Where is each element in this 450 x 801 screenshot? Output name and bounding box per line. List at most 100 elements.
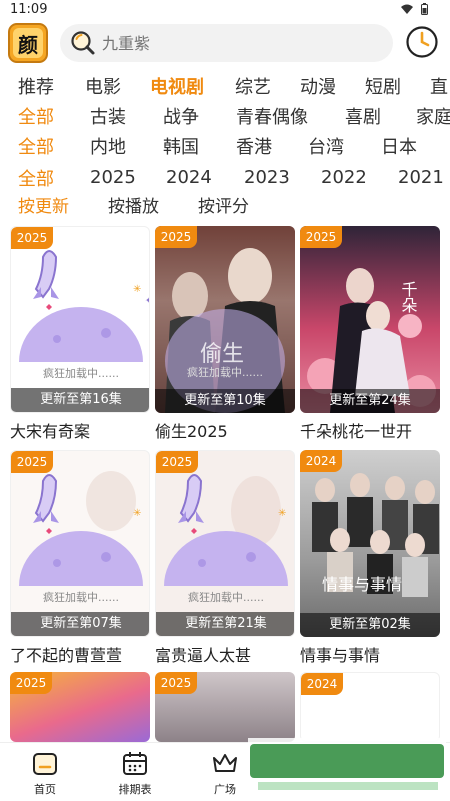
update-status: 更新至第10集 <box>155 389 295 413</box>
year-badge: 2025 <box>155 672 197 694</box>
system-icons <box>401 3 428 15</box>
update-status: 更新至第16集 <box>11 388 149 412</box>
poster-placeholder: ✳ 2025 疯狂加载中...... 更新至第21集 <box>155 450 295 637</box>
category-row: 推荐 电影 电视剧 综艺 动漫 短剧 直 <box>0 74 450 102</box>
year-badge: 2025 <box>11 227 53 249</box>
genre-costume[interactable]: 古装 <box>90 104 126 132</box>
svg-text:✳: ✳ <box>133 284 141 295</box>
genre-family[interactable]: 家庭 <box>416 104 450 132</box>
year-badge: 2025 <box>155 226 197 248</box>
poster-image: 偷生 2025 疯狂加载中...... 更新至第10集 <box>155 226 295 413</box>
tab-variety[interactable]: 综艺 <box>235 74 271 102</box>
calendar-icon <box>123 752 147 775</box>
region-taiwan[interactable]: 台湾 <box>308 134 344 162</box>
poster-image: 千朵 2025 更新至第24集 <box>300 226 440 413</box>
year-badge: 2025 <box>10 672 52 694</box>
video-title[interactable]: 偷生2025 <box>155 418 305 442</box>
tab-recommend[interactable]: 推荐 <box>18 74 54 102</box>
year-2024[interactable]: 2024 <box>166 164 212 192</box>
video-title[interactable]: 情事与事情 <box>300 642 450 666</box>
poster-image: 情事与事情 2024 更新至第02集 <box>300 450 440 637</box>
genre-row: 全部 古装 战争 青春偶像 喜剧 家庭 <box>0 104 450 132</box>
sort-by-update[interactable]: 按更新 <box>18 193 69 221</box>
genre-all[interactable]: 全部 <box>18 104 54 132</box>
tab-schedule[interactable]: 排期表 <box>100 743 170 801</box>
video-title[interactable]: 大宋有奇案 <box>10 418 160 442</box>
genre-comedy[interactable]: 喜剧 <box>345 104 381 132</box>
loading-rocket-icon: ✳ ✦ <box>11 250 150 412</box>
tab-live[interactable]: 直 <box>430 74 448 102</box>
svg-text:✳: ✳ <box>278 508 286 519</box>
poster-placeholder: 2024 <box>300 672 440 742</box>
genre-war[interactable]: 战争 <box>163 104 199 132</box>
history-clock-icon[interactable] <box>405 25 439 59</box>
poster-art: 情事与事情 <box>312 473 439 597</box>
year-badge: 2024 <box>301 673 343 695</box>
year-2023[interactable]: 2023 <box>244 164 290 192</box>
poster-image: 2025 <box>155 672 295 742</box>
loading-text: 疯狂加载中...... <box>43 591 119 604</box>
watermark-logo <box>250 744 444 790</box>
loading-text: 疯狂加载中...... <box>187 366 263 379</box>
year-badge: 2025 <box>11 451 53 473</box>
video-title[interactable]: 了不起的曹萱萱 <box>10 642 160 666</box>
poster-image: 2025 <box>10 672 150 742</box>
svg-text:千朵: 千朵 <box>399 281 418 313</box>
tab-tv-series[interactable]: 电视剧 <box>150 74 204 102</box>
year-all[interactable]: 全部 <box>18 166 54 194</box>
tab-short-drama[interactable]: 短剧 <box>365 74 401 102</box>
search-bar[interactable] <box>60 24 393 62</box>
region-japan[interactable]: 日本 <box>381 134 417 162</box>
svg-text:✦: ✦ <box>145 296 150 305</box>
update-status: 更新至第21集 <box>156 612 294 636</box>
sort-row: 按更新 按播放 按评分 <box>0 193 450 221</box>
poster-art: 千朵 <box>307 268 436 413</box>
svg-text:情事与事情: 情事与事情 <box>322 575 402 594</box>
wifi-icon <box>401 4 413 14</box>
year-2021[interactable]: 2021 <box>398 164 444 192</box>
update-status: 更新至第24集 <box>300 389 440 413</box>
region-mainland[interactable]: 内地 <box>90 134 126 162</box>
year-badge: 2024 <box>300 450 342 472</box>
search-input[interactable] <box>102 33 362 53</box>
status-time: 11:09 <box>10 2 48 17</box>
year-badge: 2025 <box>156 451 198 473</box>
tab-anime[interactable]: 动漫 <box>300 74 336 102</box>
video-title[interactable]: 千朵桃花一世开 <box>300 418 450 442</box>
poster-placeholder: ✳ 2025 疯狂加载中...... 更新至第07集 <box>10 450 150 637</box>
search-icon <box>71 31 95 55</box>
loading-text: 疯狂加载中...... <box>188 591 264 604</box>
tab-home-label: 首页 <box>34 783 56 796</box>
loading-rocket-icon: ✳ <box>11 471 149 636</box>
sort-by-rating[interactable]: 按评分 <box>198 193 249 221</box>
battery-icon <box>421 3 428 15</box>
tab-home[interactable]: 首页 <box>10 743 80 801</box>
home-icon <box>33 753 57 775</box>
svg-text:✳: ✳ <box>133 508 141 519</box>
loading-text: 疯狂加载中...... <box>43 367 119 380</box>
sort-by-plays[interactable]: 按播放 <box>108 193 159 221</box>
crown-icon <box>213 754 237 772</box>
video-title[interactable]: 富贵逼人太甚 <box>155 642 305 666</box>
poster-art: 偷生 <box>155 226 295 413</box>
app-logo-glyph: 颜 <box>13 28 43 58</box>
year-badge: 2025 <box>300 226 342 248</box>
year-2022[interactable]: 2022 <box>321 164 367 192</box>
region-hongkong[interactable]: 香港 <box>236 134 272 162</box>
region-all[interactable]: 全部 <box>18 134 54 162</box>
loading-rocket-icon: ✳ <box>156 474 294 636</box>
update-status: 更新至第02集 <box>300 613 440 637</box>
top-header: 颜 <box>0 20 450 68</box>
watermark-overlay <box>248 738 446 794</box>
year-2025[interactable]: 2025 <box>90 164 136 192</box>
region-korea[interactable]: 韩国 <box>163 134 199 162</box>
status-bar: 11:09 <box>0 0 450 20</box>
year-row: 全部 2025 2024 2023 2022 2021 <box>0 164 450 194</box>
tab-movie[interactable]: 电影 <box>85 74 121 102</box>
app-logo[interactable]: 颜 <box>8 23 48 63</box>
tab-schedule-label: 排期表 <box>118 783 152 796</box>
genre-youth-idol[interactable]: 青春偶像 <box>236 104 308 132</box>
update-status: 更新至第07集 <box>11 612 149 636</box>
region-row: 全部 内地 韩国 香港 台湾 日本 <box>0 134 450 162</box>
poster-placeholder: ✳ ✦ 2025 疯狂加载中...... 更新至第16集 <box>10 226 150 413</box>
